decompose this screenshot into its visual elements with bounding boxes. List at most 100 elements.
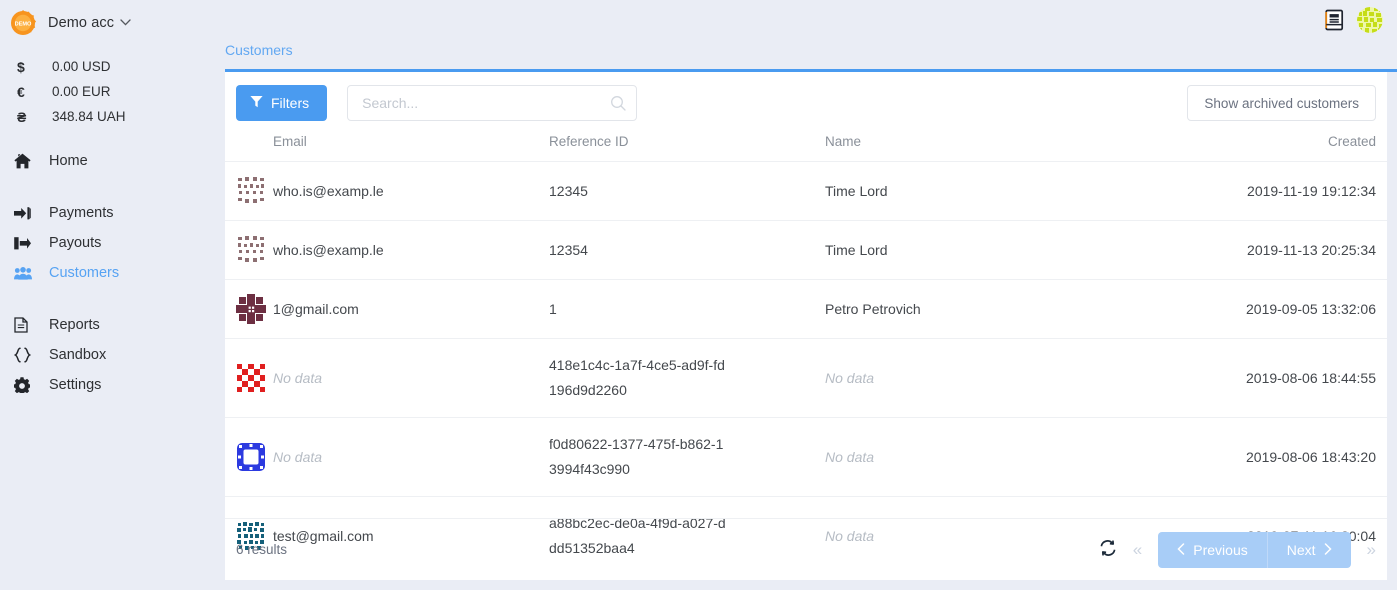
next-page-button[interactable]: Next xyxy=(1267,531,1351,568)
currency-symbol-usd-icon: $ xyxy=(17,58,25,75)
identicon-avatar-icon xyxy=(236,176,266,206)
results-count: 6 results xyxy=(236,542,288,557)
svg-text:DEMO: DEMO xyxy=(15,21,32,27)
filters-button-label: Filters xyxy=(271,95,310,111)
sidebar-item-payouts[interactable]: Payouts xyxy=(0,228,225,258)
cell-created: 2019-08-06 18:43:20 xyxy=(1205,416,1387,497)
row-avatar-cell xyxy=(225,279,273,339)
cell-email: No data xyxy=(273,338,549,418)
table-body: who.is@examp.le 12345 Time Lord 2019-11-… xyxy=(225,161,1387,575)
previous-page-button[interactable]: Previous xyxy=(1158,531,1268,568)
sidebar-item-sandbox[interactable]: Sandbox xyxy=(0,340,225,370)
search-input[interactable] xyxy=(362,95,611,111)
balance-row-usd: $ 0.00 USD xyxy=(0,54,225,79)
chevron-right-icon xyxy=(1324,542,1332,558)
table-header-row: Email Reference ID Name Created xyxy=(225,134,1387,162)
next-page-label: Next xyxy=(1286,541,1316,558)
code-braces-icon xyxy=(14,347,38,363)
table-row[interactable]: No data 418e1c4c-1a7f-4ce5-ad9f-fd196d9d… xyxy=(225,338,1387,418)
currency-symbol-eur-icon: € xyxy=(17,83,25,100)
sign-out-icon xyxy=(14,236,38,251)
search-box[interactable] xyxy=(347,85,638,121)
sidebar-item-label: Payments xyxy=(49,205,114,221)
cell-created: 2019-11-13 20:25:34 xyxy=(1205,220,1387,280)
sidebar-item-label: Home xyxy=(49,153,88,169)
column-header-avatar xyxy=(225,134,273,162)
nav-group-primary: Home xyxy=(0,146,225,176)
sidebar-item-label: Sandbox xyxy=(49,347,107,363)
sign-in-icon xyxy=(14,206,38,221)
column-header-email[interactable]: Email xyxy=(273,134,549,162)
avatar[interactable] xyxy=(1357,7,1383,33)
identicon-avatar-icon xyxy=(236,294,266,324)
sidebar-item-payments[interactable]: Payments xyxy=(0,198,225,228)
cell-reference-id: 418e1c4c-1a7f-4ce5-ad9f-fd196d9d2260 xyxy=(549,338,825,418)
column-header-reference-id[interactable]: Reference ID xyxy=(549,134,825,162)
cell-reference-id: 1 xyxy=(549,279,825,339)
cell-name: No data xyxy=(825,338,1205,418)
currency-symbol-uah-icon: ₴ xyxy=(17,108,27,125)
last-page-button[interactable]: » xyxy=(1367,540,1376,560)
gear-icon xyxy=(14,377,38,393)
row-avatar-cell xyxy=(225,338,273,418)
refresh-icon xyxy=(1099,539,1117,560)
cell-name: Time Lord xyxy=(825,161,1205,221)
show-archived-customers-button[interactable]: Show archived customers xyxy=(1187,85,1376,121)
account-logo-icon: DEMO xyxy=(10,10,36,36)
cell-email: who.is@examp.le xyxy=(273,220,549,280)
table-row[interactable]: who.is@examp.le 12345 Time Lord 2019-11-… xyxy=(225,161,1387,221)
users-icon xyxy=(14,266,38,280)
sidebar: DEMO Demo acc $ 0.00 USD € 0.00 EUR ₴ 34… xyxy=(0,0,225,590)
cell-name: Time Lord xyxy=(825,220,1205,280)
balance-row-uah: ₴ 348.84 UAH xyxy=(0,104,225,129)
document-icon xyxy=(14,317,38,333)
chevron-down-icon xyxy=(120,18,131,29)
customers-card: Filters Show archived customers Email Re… xyxy=(225,72,1387,580)
cell-created: 2019-08-06 18:44:55 xyxy=(1205,338,1387,418)
cell-created: 2019-11-19 19:12:34 xyxy=(1205,161,1387,221)
table-row[interactable]: who.is@examp.le 12354 Time Lord 2019-11-… xyxy=(225,220,1387,280)
table-row[interactable]: 1@gmail.com 1 Petro Petrovich 2019-09-05… xyxy=(225,279,1387,339)
sidebar-item-label: Reports xyxy=(49,317,100,333)
sidebar-item-home[interactable]: Home xyxy=(0,146,225,176)
cell-created: 2019-09-05 13:32:06 xyxy=(1205,279,1387,339)
cell-name: Petro Petrovich xyxy=(825,279,1205,339)
balance-amount-usd: 0.00 USD xyxy=(52,59,111,74)
cell-email: who.is@examp.le xyxy=(273,161,549,221)
tab-bar: Customers xyxy=(225,40,1397,72)
previous-page-label: Previous xyxy=(1193,541,1248,558)
table-footer: 6 results « Previous Next » xyxy=(225,518,1387,580)
sidebar-item-reports[interactable]: Reports xyxy=(0,310,225,340)
column-header-created[interactable]: Created xyxy=(1205,134,1387,162)
main-area: Customers Filters Show archi xyxy=(225,0,1397,590)
tab-customers[interactable]: Customers xyxy=(225,40,305,58)
search-icon xyxy=(610,95,626,111)
balance-row-eur: € 0.00 EUR xyxy=(0,79,225,104)
sidebar-item-label: Settings xyxy=(49,377,102,393)
balance-amount-eur: 0.00 EUR xyxy=(52,84,111,99)
refresh-button[interactable] xyxy=(1099,539,1117,560)
first-page-button[interactable]: « xyxy=(1133,540,1142,560)
identicon-avatar-icon xyxy=(236,441,266,472)
identicon-avatar-icon xyxy=(236,362,266,393)
account-switcher[interactable]: DEMO Demo acc xyxy=(0,6,225,40)
customers-table: Email Reference ID Name Created who.is@e… xyxy=(225,134,1387,575)
cell-reference-id: f0d80622-1377-475f-b862-13994f43c990 xyxy=(549,416,825,497)
table-toolbar: Filters Show archived customers xyxy=(225,72,1387,134)
account-name: Demo acc xyxy=(48,15,115,31)
page-buttons: Previous Next xyxy=(1158,531,1351,568)
row-avatar-cell xyxy=(225,416,273,497)
column-header-name[interactable]: Name xyxy=(825,134,1205,162)
cell-reference-id: 12354 xyxy=(549,220,825,280)
row-avatar-cell xyxy=(225,220,273,280)
top-bar xyxy=(225,0,1397,40)
sidebar-item-settings[interactable]: Settings xyxy=(0,370,225,400)
book-icon[interactable] xyxy=(1324,9,1345,31)
sidebar-item-customers[interactable]: Customers xyxy=(0,258,225,288)
pagination: « Previous Next » xyxy=(1099,531,1376,568)
nav-group-operations: Payments Payouts Customers xyxy=(0,198,225,288)
cell-email: No data xyxy=(273,416,549,497)
table-header: Email Reference ID Name Created xyxy=(225,134,1387,162)
table-row[interactable]: No data f0d80622-1377-475f-b862-13994f43… xyxy=(225,416,1387,497)
filters-button[interactable]: Filters xyxy=(236,85,328,121)
